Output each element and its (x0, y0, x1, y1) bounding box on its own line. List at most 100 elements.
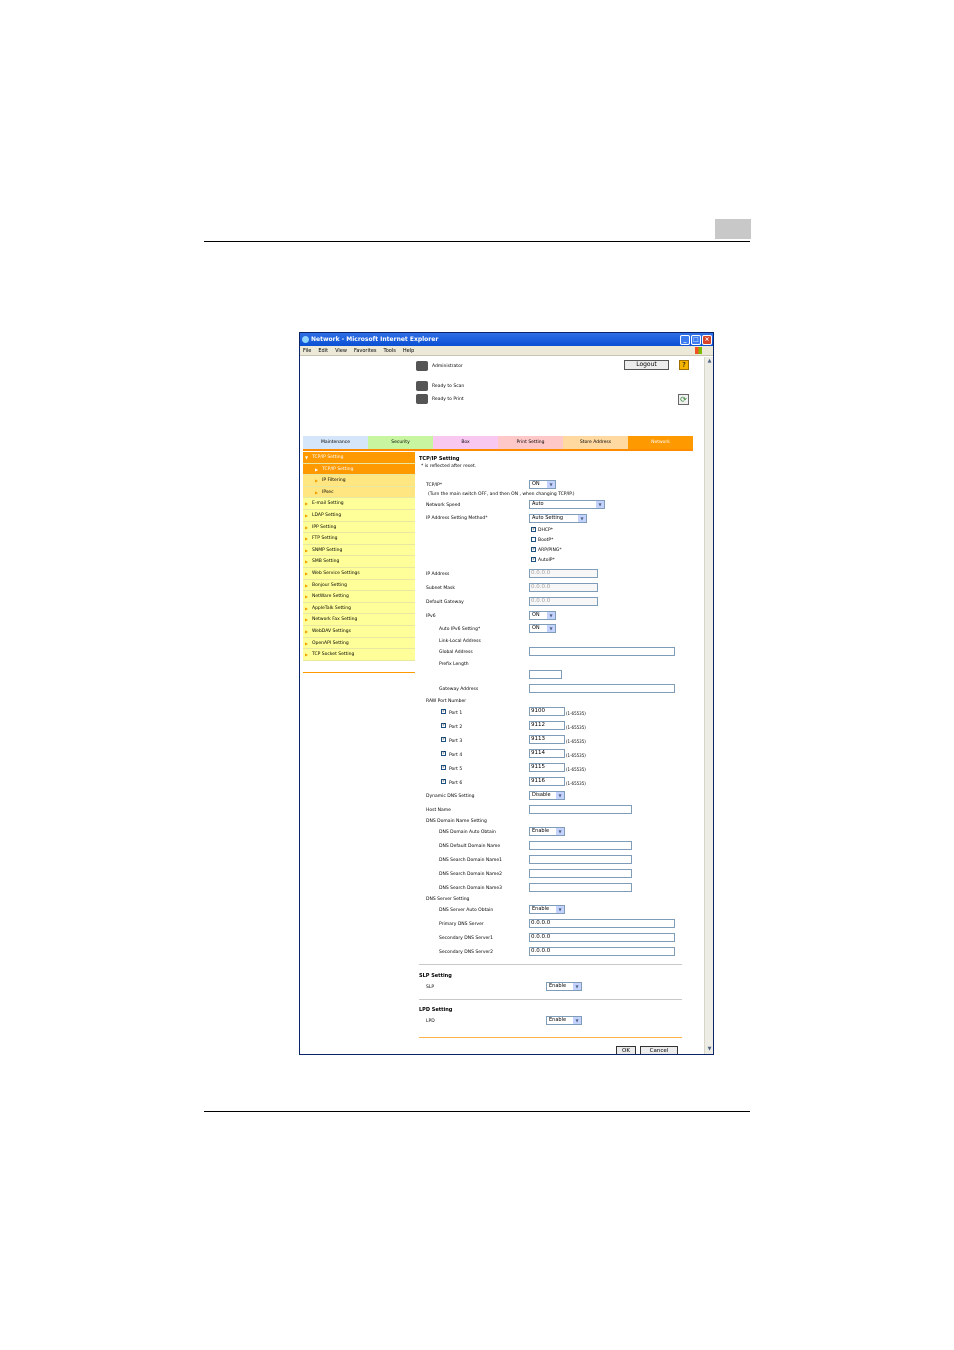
dns-search1-field[interactable] (529, 855, 632, 864)
dns-search2-field[interactable] (529, 869, 632, 878)
slp-label: SLP (426, 985, 435, 990)
dns-default-domain-field[interactable] (529, 841, 632, 850)
dns-auto-obtain-select[interactable]: Enable (529, 827, 565, 836)
secondary-dns1-field[interactable]: 0.0.0.0 (529, 933, 675, 942)
tab-print-setting[interactable]: Print Setting (498, 436, 563, 449)
tab-maintenance[interactable]: Maintenance (303, 436, 368, 449)
ipv6-select[interactable]: ON (529, 611, 556, 620)
cancel-button[interactable]: Cancel (640, 1046, 678, 1054)
maximize-button[interactable]: □ (691, 334, 701, 345)
sidebar-subitem-tcpip-setting[interactable]: TCP/IP Setting (303, 463, 415, 476)
port3-field[interactable]: 9113 (529, 735, 565, 744)
help-button[interactable]: ? (679, 360, 689, 370)
port3-checkbox[interactable]: ✓ (441, 737, 446, 742)
ddns-select[interactable]: Disable (529, 791, 565, 800)
sidebar-item-tcp-socket-setting[interactable]: TCP Socket Setting (303, 649, 415, 661)
port6-checkbox[interactable]: ✓ (441, 779, 446, 784)
scroll-down-icon[interactable]: ▼ (706, 1046, 713, 1053)
refresh-button[interactable]: ⟳ (678, 394, 689, 405)
scan-status-text: Ready to Scan (432, 383, 465, 389)
port5-checkbox[interactable]: ✓ (441, 765, 446, 770)
menu-file[interactable]: File (303, 348, 311, 354)
network-speed-select[interactable]: Auto (529, 500, 605, 509)
sidebar-item-appletalk-setting[interactable]: AppleTalk Setting (303, 602, 415, 615)
dns-auto-obtain-label: DNS Domain Auto Obtain (439, 830, 496, 835)
prefix-length-field[interactable] (529, 670, 562, 679)
default-gateway-field[interactable]: 0.0.0.0 (529, 597, 598, 606)
bootp-label: BootP* (538, 538, 554, 543)
sidebar-subitem-ip-filtering[interactable]: IP Filtering (303, 475, 415, 487)
primary-dns-field[interactable]: 0.0.0.0 (529, 919, 675, 928)
port2-field[interactable]: 9112 (529, 721, 565, 730)
menu-favorites[interactable]: Favorites (354, 348, 377, 354)
sidebar-item-ftp-setting[interactable]: FTP Setting (303, 533, 415, 545)
logout-button[interactable]: Logout (624, 360, 669, 370)
sidebar-subitem-ipsec[interactable]: IPsec (303, 486, 415, 499)
secondary-dns2-field[interactable]: 0.0.0.0 (529, 947, 675, 956)
vertical-scrollbar[interactable]: ▲ ▼ (704, 357, 713, 1054)
tcpip-select[interactable]: ON (529, 480, 556, 489)
sidebar-item-snmp-setting[interactable]: SNMP Setting (303, 544, 415, 557)
window-title: Network - Microsoft Internet Explorer (311, 336, 439, 343)
arp-ping-checkbox[interactable]: ✓ (531, 547, 536, 552)
autoip-checkbox[interactable]: ✓ (531, 557, 536, 562)
dhcp-label: DHCP* (538, 528, 553, 533)
menu-view[interactable]: View (335, 348, 347, 354)
ip-method-select[interactable]: Auto Setting (529, 514, 587, 523)
slp-select[interactable]: Enable (546, 982, 582, 991)
sidebar-item-web-service-settings[interactable]: Web Service Settings (303, 567, 415, 580)
auto-ipv6-select[interactable]: ON (529, 624, 556, 633)
sidebar-item-network-fax-setting[interactable]: Network Fax Setting (303, 614, 415, 626)
port4-checkbox[interactable]: ✓ (441, 751, 446, 756)
gateway-address-field[interactable] (529, 684, 675, 693)
lpd-select[interactable]: Enable (546, 1016, 582, 1025)
tab-store-address[interactable]: Store Address (563, 436, 628, 449)
bootp-checkbox[interactable] (531, 537, 536, 542)
ip-address-field[interactable]: 0.0.0.0 (529, 569, 598, 578)
port6-field[interactable]: 9116 (529, 777, 565, 786)
sidebar-item-tcpip-setting[interactable]: TCP/IP Setting (303, 452, 415, 464)
manual-page: Network - Microsoft Internet Explorer _ … (0, 0, 954, 1350)
default-gateway-label: Default Gateway (426, 600, 464, 605)
arp-ping-label: ARP/PING* (538, 548, 562, 553)
ok-button[interactable]: OK (616, 1046, 636, 1054)
menu-tools[interactable]: Tools (384, 348, 396, 354)
port1-checkbox[interactable]: ✓ (441, 709, 446, 714)
close-button[interactable]: × (702, 334, 712, 345)
tab-security[interactable]: Security (368, 436, 433, 449)
port2-checkbox[interactable]: ✓ (441, 723, 446, 728)
sidebar-item-email-setting[interactable]: E-mail Setting (303, 498, 415, 510)
sidebar-item-ldap-setting[interactable]: LDAP Setting (303, 509, 415, 522)
link-local-label: Link-Local Address (439, 639, 481, 644)
global-address-field[interactable] (529, 647, 675, 656)
subnet-mask-field[interactable]: 0.0.0.0 (529, 583, 598, 592)
tab-box[interactable]: Box (433, 436, 498, 449)
global-address-label: Global Address (439, 650, 473, 655)
ipv6-label: IPv6 (426, 614, 436, 619)
menu-bar: File Edit View Favorites Tools Help (300, 346, 713, 356)
sidebar-item-smb-setting[interactable]: SMB Setting (303, 556, 415, 568)
dhcp-checkbox[interactable]: ✓ (531, 527, 536, 532)
dns-default-domain-label: DNS Default Domain Name (439, 844, 501, 849)
port5-field[interactable]: 9115 (529, 763, 565, 772)
sidebar-item-openapi-setting[interactable]: OpenAPI Setting (303, 637, 415, 650)
minimize-button[interactable]: _ (680, 334, 690, 345)
host-name-field[interactable] (529, 805, 632, 814)
network-speed-label: Network Speed (426, 503, 461, 508)
sidebar-item-bonjour-setting[interactable]: Bonjour Setting (303, 579, 415, 592)
menu-help[interactable]: Help (403, 348, 414, 354)
scanner-status: Ready to Scan (416, 381, 464, 391)
dns-search3-field[interactable] (529, 883, 632, 892)
sidebar-item-netware-setting[interactable]: NetWare Setting (303, 591, 415, 603)
sidebar-item-ipp-setting[interactable]: IPP Setting (303, 521, 415, 534)
dns-server-auto-select[interactable]: Enable (529, 905, 565, 914)
tab-network[interactable]: Network (628, 436, 693, 449)
port5-label: Port 5 (449, 767, 463, 772)
port1-field[interactable]: 9100 (529, 707, 565, 716)
dns-domain-label: DNS Domain Name Setting (426, 819, 487, 824)
sidebar-item-webdav-settings[interactable]: WebDAV Settings (303, 625, 415, 638)
dns-search2-label: DNS Search Domain Name2 (439, 872, 503, 877)
menu-edit[interactable]: Edit (318, 348, 328, 354)
scroll-up-icon[interactable]: ▲ (706, 358, 713, 365)
port4-field[interactable]: 9114 (529, 749, 565, 758)
